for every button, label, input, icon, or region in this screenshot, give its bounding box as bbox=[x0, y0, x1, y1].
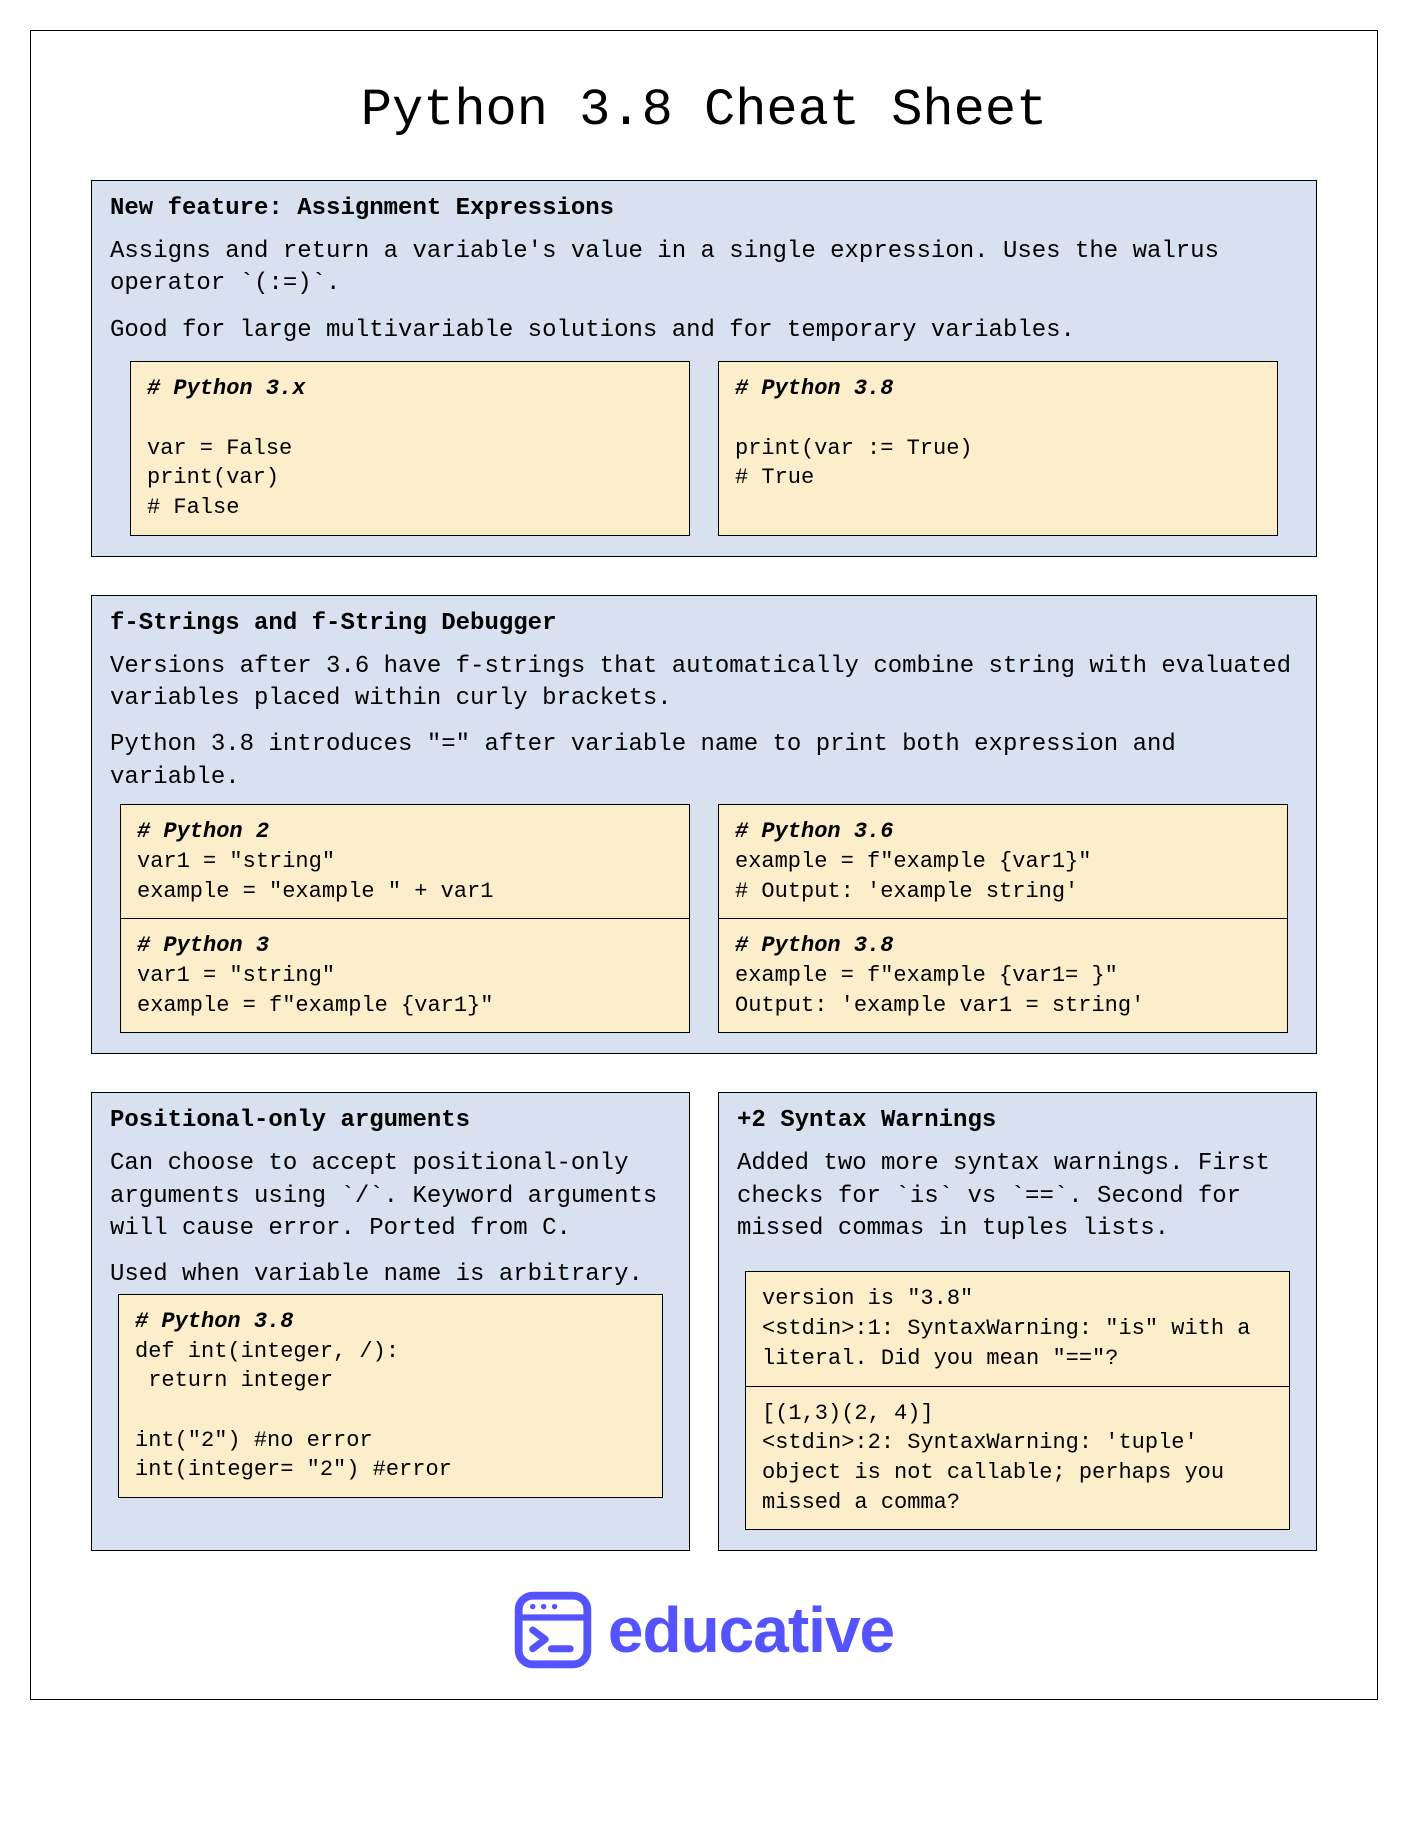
section-paragraph: Python 3.8 introduces "=" after variable… bbox=[110, 729, 1298, 794]
code-block-positional: # Python 3.8 def int(integer, /): return… bbox=[118, 1294, 663, 1498]
code-block-python38: # Python 3.8 example = f"example {var1= … bbox=[718, 918, 1288, 1033]
code-block-python36: # Python 3.6 example = f"example {var1}"… bbox=[718, 804, 1288, 919]
section-heading: f-Strings and f-String Debugger bbox=[110, 610, 1298, 637]
code-block-python2: # Python 2 var1 = "string" example = "ex… bbox=[120, 804, 690, 919]
brand-footer: educative bbox=[91, 1591, 1317, 1669]
section-paragraph: Added two more syntax warnings. First ch… bbox=[737, 1148, 1298, 1245]
section-heading: New feature: Assignment Expressions bbox=[110, 195, 1298, 222]
section-assignment-expressions: New feature: Assignment Expressions Assi… bbox=[91, 180, 1317, 557]
page-title: Python 3.8 Cheat Sheet bbox=[91, 81, 1317, 140]
section-heading: +2 Syntax Warnings bbox=[737, 1107, 1298, 1134]
terminal-icon bbox=[514, 1591, 592, 1669]
section-syntax-warnings: +2 Syntax Warnings Added two more syntax… bbox=[718, 1092, 1317, 1551]
section-fstrings: f-Strings and f-String Debugger Versions… bbox=[91, 595, 1317, 1055]
section-paragraph: Assigns and return a variable's value in… bbox=[110, 236, 1298, 301]
section-paragraph: Versions after 3.6 have f-strings that a… bbox=[110, 651, 1298, 716]
code-block-python38: # Python 3.8 print(var := True) # True bbox=[718, 361, 1278, 535]
section-positional-only: Positional-only arguments Can choose to … bbox=[91, 1092, 690, 1551]
section-paragraph: Used when variable name is arbitrary. bbox=[110, 1259, 671, 1291]
section-heading: Positional-only arguments bbox=[110, 1107, 671, 1134]
code-block-python3x: # Python 3.x var = False print(var) # Fa… bbox=[130, 361, 690, 535]
section-paragraph: Can choose to accept positional-only arg… bbox=[110, 1148, 671, 1245]
section-paragraph: Good for large multivariable solutions a… bbox=[110, 315, 1298, 347]
code-block-warning-is: version is "3.8" <stdin>:1: SyntaxWarnin… bbox=[745, 1271, 1290, 1386]
code-block-python3: # Python 3 var1 = "string" example = f"e… bbox=[120, 918, 690, 1033]
code-block-warning-tuple: [(1,3)(2, 4)] <stdin>:2: SyntaxWarning: … bbox=[745, 1386, 1290, 1531]
brand-name: educative bbox=[608, 1593, 894, 1667]
cheat-sheet-page: Python 3.8 Cheat Sheet New feature: Assi… bbox=[30, 30, 1378, 1700]
